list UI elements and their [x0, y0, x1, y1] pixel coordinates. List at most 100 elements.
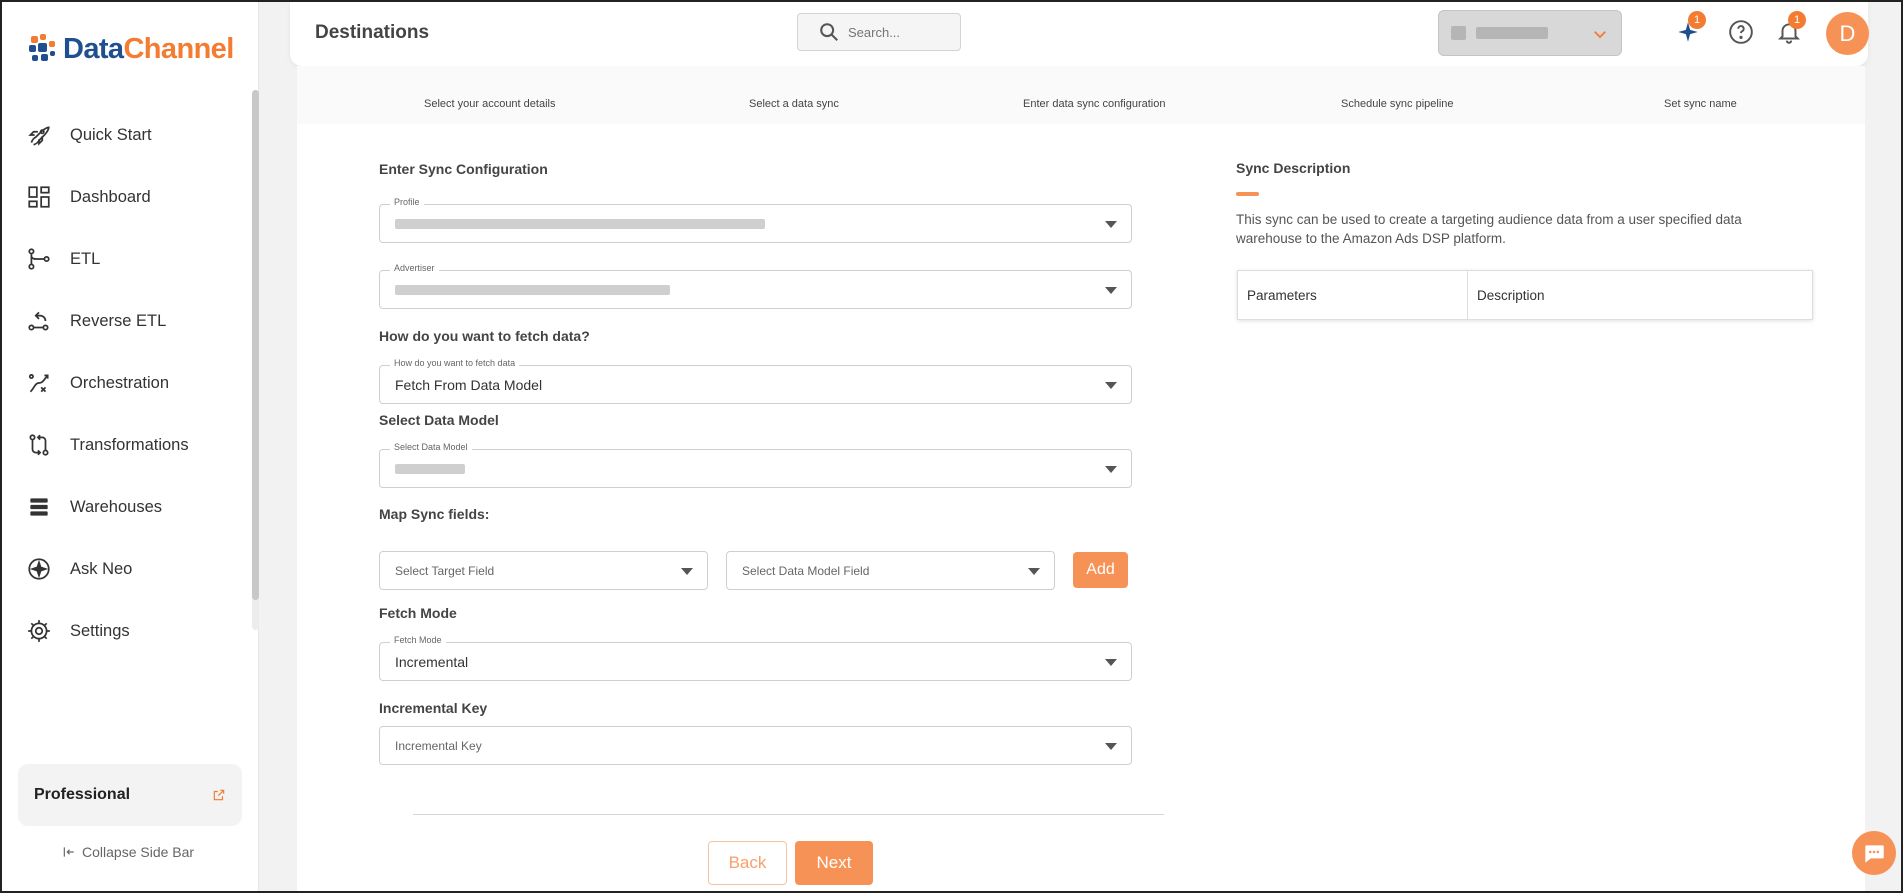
data-model-value-redacted	[395, 463, 465, 474]
profile-select[interactable]: Profile	[379, 197, 1132, 243]
fetch-mode-title: Fetch Mode	[379, 605, 457, 621]
sidebar-item-label: Warehouses	[70, 497, 163, 516]
warehouses-icon	[30, 498, 48, 516]
fetch-method-select[interactable]: How do you want to fetch data Fetch From…	[379, 358, 1132, 404]
sidebar-item-label: Settings	[70, 621, 130, 640]
data-model-title: Select Data Model	[379, 412, 499, 428]
fetch-question: How do you want to fetch data?	[379, 328, 590, 344]
sidebar-item-label: Ask Neo	[70, 559, 133, 578]
sidebar-item-label: Orchestration	[70, 373, 170, 392]
step-2[interactable]: Select a data sync	[749, 98, 839, 110]
chat-icon	[1865, 845, 1884, 863]
field-legend: Select Data Model	[390, 442, 472, 452]
help-icon	[1729, 20, 1753, 44]
column-header-description: Description	[1477, 287, 1545, 303]
sidebar-item-dashboard[interactable]: Dashboard	[2, 166, 252, 228]
notification-badge: 1	[1788, 11, 1806, 29]
workspace-icon	[1451, 26, 1466, 40]
caret-down-icon	[681, 568, 693, 575]
form-divider	[413, 814, 1164, 815]
fetch-mode-select[interactable]: Fetch Mode Incremental	[379, 635, 1132, 681]
transformations-icon	[29, 434, 49, 456]
logo[interactable]: DataChannel	[27, 32, 234, 66]
notifications-button[interactable]: 1	[1776, 11, 1806, 47]
scrollbar-thumb[interactable]	[252, 90, 259, 600]
sidebar-item-orchestration[interactable]: Orchestration	[2, 352, 252, 414]
reverse-etl-icon	[28, 311, 49, 331]
chevron-down-icon	[1594, 31, 1606, 39]
plan-name: Professional	[34, 786, 131, 803]
sidebar-scrollbar[interactable]	[252, 90, 259, 630]
sidebar-item-label: Reverse ETL	[70, 311, 167, 330]
workspace-selector[interactable]	[1438, 10, 1622, 56]
caret-down-icon	[1105, 743, 1117, 750]
caret-down-icon	[1028, 568, 1040, 575]
sidebar-item-label: Quick Start	[70, 125, 152, 144]
dashboard-icon	[28, 186, 50, 208]
sidebar-item-label: Transformations	[70, 435, 189, 454]
caret-down-icon	[1105, 659, 1117, 666]
collapse-sidebar-button[interactable]: Collapse Side Bar	[62, 844, 194, 860]
rocket-icon	[28, 126, 50, 146]
step-4[interactable]: Schedule sync pipeline	[1341, 98, 1454, 110]
sync-description-title: Sync Description	[1236, 160, 1351, 176]
data-model-select[interactable]: Select Data Model	[379, 442, 1132, 488]
logo-text: DataChannel	[63, 32, 234, 65]
sidebar-item-label: ETL	[70, 249, 101, 268]
target-field-select[interactable]: Select Target Field	[379, 551, 708, 590]
ai-sparkle-button[interactable]: 1	[1675, 11, 1706, 47]
section-title: Enter Sync Configuration	[379, 161, 548, 177]
title-underline	[1236, 192, 1259, 196]
sidebar-item-settings[interactable]: Settings	[2, 600, 252, 662]
add-mapping-button[interactable]: Add	[1073, 552, 1128, 588]
orchestration-icon	[28, 374, 49, 393]
stepper-band	[297, 66, 1865, 124]
caret-down-icon	[1105, 382, 1117, 389]
main-panel: Select your account details Select a dat…	[297, 66, 1865, 891]
chat-button[interactable]	[1852, 831, 1896, 875]
logo-mark-icon	[27, 32, 61, 66]
page-title: Destinations	[315, 22, 430, 43]
sidebar-item-label: Dashboard	[70, 187, 151, 206]
step-1[interactable]: Select your account details	[424, 98, 555, 110]
back-button[interactable]: Back	[708, 841, 787, 885]
sidebar-item-warehouses[interactable]: Warehouses	[2, 476, 252, 538]
profile-value-redacted	[395, 218, 765, 229]
workspace-name-redacted	[1476, 27, 1548, 39]
caret-down-icon	[1105, 466, 1117, 473]
advertiser-value-redacted	[395, 284, 670, 295]
search-icon	[820, 23, 838, 41]
step-5[interactable]: Set sync name	[1664, 98, 1737, 110]
field-legend: How do you want to fetch data	[390, 358, 520, 368]
step-3[interactable]: Enter data sync configuration	[1023, 98, 1165, 110]
sidebar-item-transformations[interactable]: Transformations	[2, 414, 252, 476]
caret-down-icon	[1105, 287, 1117, 294]
external-link-icon[interactable]	[212, 788, 226, 802]
incremental-key-select[interactable]: Incremental Key	[379, 726, 1132, 765]
sidebar-item-quick-start[interactable]: Quick Start	[2, 104, 252, 166]
avatar[interactable]: D	[1826, 12, 1869, 55]
collapse-label: Collapse Side Bar	[82, 844, 195, 860]
caret-down-icon	[1105, 221, 1117, 228]
sidebar-item-reverse-etl[interactable]: Reverse ETL	[2, 290, 252, 352]
sparkle-icon	[28, 558, 50, 580]
plan-card[interactable]: Professional	[18, 764, 242, 826]
next-button[interactable]: Next	[795, 841, 873, 885]
search-box[interactable]	[797, 13, 961, 51]
sidebar-item-etl[interactable]: ETL	[2, 228, 252, 290]
column-header-parameters: Parameters	[1238, 271, 1468, 319]
sparkle-badge: 1	[1688, 11, 1706, 29]
etl-icon	[28, 248, 50, 270]
advertiser-select[interactable]: Advertiser	[379, 263, 1132, 309]
gear-icon	[28, 620, 50, 642]
target-field-placeholder: Select Target Field	[395, 563, 495, 578]
help-button[interactable]	[1728, 19, 1756, 47]
sidebar-item-ask-neo[interactable]: Ask Neo	[2, 538, 252, 600]
fetch-method-value: Fetch From Data Model	[395, 376, 543, 393]
data-model-field-placeholder: Select Data Model Field	[742, 563, 870, 578]
sync-description-text: This sync can be used to create a target…	[1236, 212, 1742, 246]
data-model-field-select[interactable]: Select Data Model Field	[726, 551, 1055, 590]
top-bar: Destinations 1 1 D	[290, 2, 1869, 66]
collapse-left-icon	[63, 847, 74, 857]
search-input[interactable]	[848, 24, 958, 40]
